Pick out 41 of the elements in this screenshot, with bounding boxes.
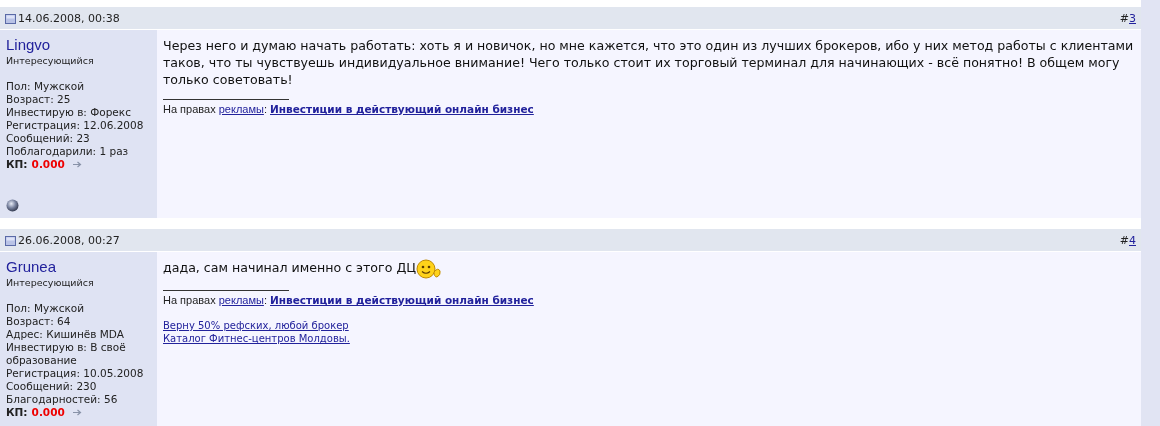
user-detail: Сообщений: 230 — [6, 380, 97, 393]
user-detail: Инвестирую в: Форекс — [6, 106, 131, 119]
signature-link[interactable]: Каталог Фитнес-центров Молдовы. — [163, 332, 350, 345]
user-detail: Пол: Мужской — [6, 302, 84, 315]
arrow-icon[interactable] — [72, 161, 82, 168]
post-number-link[interactable]: 4 — [1129, 233, 1136, 247]
kp-value: 0.000 — [31, 158, 65, 171]
user-detail: Благодарностей: 56 — [6, 393, 118, 406]
post-date: 26.06.2008, 00:27 — [18, 233, 120, 247]
message-text: Через него и думаю начать работать: хоть я и новичок, но мне кажется, что это один из лучших брокеров, ибо у них метод работы с клиентами таков, что ты чувствуешь индивидуальное внимание! Чего только стоит их торговый терминал для начинающих - всё понятно! В общем могу только советовать! — [163, 37, 1135, 88]
kp-value: 0.000 — [31, 406, 65, 419]
post-number-link[interactable]: 3 — [1129, 11, 1136, 25]
user-detail: Сообщений: 23 — [6, 132, 90, 145]
user-detail: Возраст: 64 — [6, 315, 71, 328]
hash-sign: # — [1119, 11, 1129, 25]
ad-title-link[interactable]: Инвестиции в действующий онлайн бизнес — [270, 103, 534, 115]
username-link[interactable]: Lingvo — [6, 36, 51, 54]
arrow-icon[interactable] — [72, 409, 82, 416]
user-detail: Инвестирую в: В своё образование — [6, 341, 127, 367]
user-detail: Возраст: 25 — [6, 93, 71, 106]
post-date: 14.06.2008, 00:38 — [18, 11, 120, 25]
hash-sign: # — [1119, 233, 1129, 247]
signature-link[interactable]: Верну 50% рефских, любой брокер — [163, 319, 349, 332]
ad-line: На правах рекламы: Инвестиции в действующий онлайн бизнес — [163, 293, 535, 307]
user-detail: Пол: Мужской — [6, 80, 84, 93]
document-icon — [5, 234, 16, 246]
user-detail: Регистрация: 12.06.2008 — [6, 119, 144, 132]
user-detail: Поблагодарили: 1 раз — [6, 145, 129, 158]
ad-link[interactable]: рекламы — [218, 103, 264, 115]
document-icon — [5, 12, 16, 24]
user-title: Интересующийся — [6, 54, 94, 68]
user-detail: Регистрация: 10.05.2008 — [6, 367, 144, 380]
ad-line: На правах рекламы: Инвестиции в действующий онлайн бизнес — [163, 102, 535, 116]
message-text: дада, сам начинал именно с этого ДЦ — [163, 259, 416, 276]
user-detail: Адрес: Кишинёв MDA — [6, 328, 124, 341]
username-link[interactable]: Grunea — [6, 258, 57, 276]
ad-link[interactable]: рекламы — [218, 294, 264, 306]
kp-label: КП: — [6, 158, 28, 171]
kp-label: КП: — [6, 406, 28, 419]
user-title: Интересующийся — [6, 276, 94, 290]
ad-title-link[interactable]: Инвестиции в действующий онлайн бизнес — [270, 294, 534, 306]
